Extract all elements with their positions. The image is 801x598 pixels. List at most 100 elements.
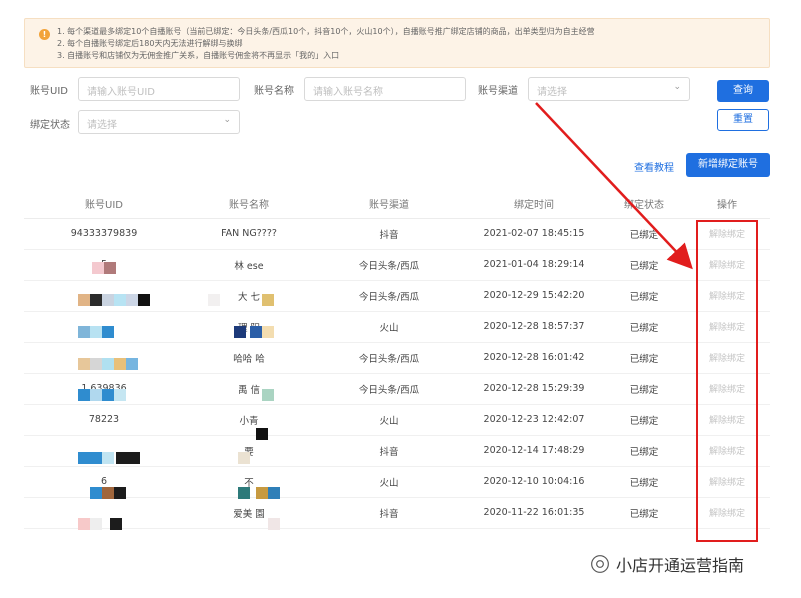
mosaic-block bbox=[128, 452, 140, 464]
mosaic-block bbox=[102, 294, 114, 306]
header-time: 绑定时间 bbox=[464, 190, 604, 219]
status-select-value: 请选择 bbox=[87, 120, 117, 131]
cell-time: 2021-02-07 18:45:15 bbox=[464, 218, 604, 250]
mosaic-block bbox=[238, 487, 250, 499]
cell-channel: 火山 bbox=[314, 311, 464, 343]
notice-banner: ! 1. 每个渠道最多绑定10个自播账号（当前已绑定：今日头条/西瓜10个，抖音… bbox=[24, 18, 770, 68]
mosaic-block bbox=[78, 294, 90, 306]
chevron-down-icon: ⌄ bbox=[223, 115, 231, 125]
mosaic-block bbox=[126, 358, 138, 370]
mosaic-block bbox=[234, 326, 246, 338]
cell-status: 已绑定 bbox=[604, 249, 684, 281]
mosaic-block bbox=[90, 358, 102, 370]
cell-status: 已绑定 bbox=[604, 466, 684, 498]
query-button[interactable]: 查询 bbox=[717, 80, 769, 102]
uid-input[interactable]: 请输入账号UID bbox=[78, 77, 240, 101]
mosaic-block bbox=[92, 262, 104, 274]
warning-icon: ! bbox=[39, 29, 50, 40]
tutorial-link[interactable]: 查看教程 bbox=[634, 159, 674, 174]
cell-status: 已绑定 bbox=[604, 373, 684, 405]
uid-label: 账号UID bbox=[30, 86, 68, 97]
mosaic-block bbox=[262, 389, 274, 401]
cell-name: 小青 bbox=[184, 404, 314, 436]
mosaic-block bbox=[268, 487, 280, 499]
cell-channel: 今日头条/西瓜 bbox=[314, 373, 464, 405]
mosaic-block bbox=[138, 294, 150, 306]
cell-name: 理 阳 bbox=[184, 311, 314, 343]
notice-line-1: 1. 每个渠道最多绑定10个自播账号（当前已绑定：今日头条/西瓜10个，抖音10… bbox=[57, 27, 595, 36]
cell-time: 2020-12-23 12:42:07 bbox=[464, 404, 604, 436]
cell-uid bbox=[24, 497, 184, 529]
cell-uid: 94333379839 bbox=[24, 218, 184, 250]
cell-channel: 抖音 bbox=[314, 497, 464, 529]
mosaic-block bbox=[102, 487, 114, 499]
mosaic-block bbox=[78, 518, 90, 530]
cell-time: 2020-12-28 15:29:39 bbox=[464, 373, 604, 405]
mosaic-block bbox=[102, 389, 114, 401]
reset-button[interactable]: 重置 bbox=[717, 109, 769, 131]
header-uid: 账号UID bbox=[24, 190, 184, 219]
status-select[interactable]: 请选择 ⌄ bbox=[78, 110, 240, 134]
mosaic-block bbox=[90, 389, 102, 401]
cell-name: 爱美 園 bbox=[184, 497, 314, 529]
channel-select[interactable]: 请选择 ⌄ bbox=[528, 77, 690, 101]
status-label: 绑定状态 bbox=[30, 120, 70, 131]
cell-channel: 今日头条/西瓜 bbox=[314, 342, 464, 374]
mosaic-block bbox=[126, 294, 138, 306]
mosaic-block bbox=[208, 294, 220, 306]
mosaic-block bbox=[250, 326, 262, 338]
header-channel: 账号渠道 bbox=[314, 190, 464, 219]
mosaic-block bbox=[102, 452, 114, 464]
mosaic-block bbox=[256, 428, 268, 440]
cell-time: 2020-12-28 18:57:37 bbox=[464, 311, 604, 343]
notice-line-2: 2. 每个自播账号绑定后180天内无法进行解绑与换绑 bbox=[57, 39, 243, 48]
name-input[interactable]: 请输入账号名称 bbox=[304, 77, 466, 101]
table-row: 6 不火山 2020-12-10 10:04:16 已绑定 解除绑定 bbox=[24, 466, 770, 498]
mosaic-block bbox=[114, 389, 126, 401]
chevron-down-icon: ⌄ bbox=[673, 82, 681, 92]
cell-name: 大 七 bbox=[184, 280, 314, 312]
mosaic-block bbox=[110, 518, 122, 530]
cell-channel: 火山 bbox=[314, 404, 464, 436]
table-row: 理 阳火山 2020-12-28 18:57:37 已绑定 解除绑定 bbox=[24, 311, 770, 343]
cell-channel: 火山 bbox=[314, 466, 464, 498]
watermark-text: 小店开通运营指南 bbox=[616, 556, 745, 575]
cell-status: 已绑定 bbox=[604, 497, 684, 529]
cell-name: 哈哈 哈 bbox=[184, 342, 314, 374]
mosaic-block bbox=[102, 358, 114, 370]
header-status: 绑定状态 bbox=[604, 190, 684, 219]
channel-label: 账号渠道 bbox=[478, 86, 518, 97]
cell-channel: 今日头条/西瓜 bbox=[314, 280, 464, 312]
mosaic-block bbox=[268, 518, 280, 530]
mosaic-block bbox=[114, 358, 126, 370]
cell-status: 已绑定 bbox=[604, 280, 684, 312]
cell-time: 2020-12-29 15:42:20 bbox=[464, 280, 604, 312]
notice-line-3: 3. 自播账号和店铺仅为无佣金推广关系，自播账号佣金将不再显示「我的」入口 bbox=[57, 51, 340, 60]
cell-time: 2020-12-28 16:01:42 bbox=[464, 342, 604, 374]
table-row: 78223 小青 火山 2020-12-23 12:42:07 已绑定 解除绑定 bbox=[24, 404, 770, 436]
mosaic-block bbox=[262, 326, 274, 338]
mosaic-block bbox=[90, 487, 102, 499]
mosaic-block bbox=[102, 326, 114, 338]
mosaic-block bbox=[114, 487, 126, 499]
mosaic-block bbox=[78, 389, 90, 401]
mosaic-block bbox=[78, 326, 90, 338]
mosaic-block bbox=[256, 487, 268, 499]
mosaic-block bbox=[90, 326, 102, 338]
cell-uid: 78223 bbox=[24, 404, 184, 436]
table-row: 94333379839 FAN NG???? 抖音 2021-02-07 18:45:… bbox=[24, 218, 770, 250]
table-row: 5林 ese今日头条/西瓜2021-01-04 18:29:14已绑定解除绑定 bbox=[24, 249, 770, 281]
mosaic-block bbox=[116, 452, 128, 464]
cell-time: 2020-12-10 10:04:16 bbox=[464, 466, 604, 498]
add-account-button[interactable]: 新增绑定账号 bbox=[686, 153, 770, 177]
table-row: 爱美 園抖音 2020-11-22 16:01:35 已绑定 解除绑定 bbox=[24, 497, 770, 529]
cell-status: 已绑定 bbox=[604, 342, 684, 374]
mosaic-block bbox=[90, 518, 102, 530]
cell-name: 林 ese bbox=[184, 249, 314, 281]
cell-status: 已绑定 bbox=[604, 435, 684, 467]
mosaic-block bbox=[90, 452, 102, 464]
name-label: 账号名称 bbox=[254, 86, 294, 97]
cell-time: 2021-01-04 18:29:14 bbox=[464, 249, 604, 281]
cell-channel: 抖音 bbox=[314, 218, 464, 250]
cell-status: 已绑定 bbox=[604, 311, 684, 343]
